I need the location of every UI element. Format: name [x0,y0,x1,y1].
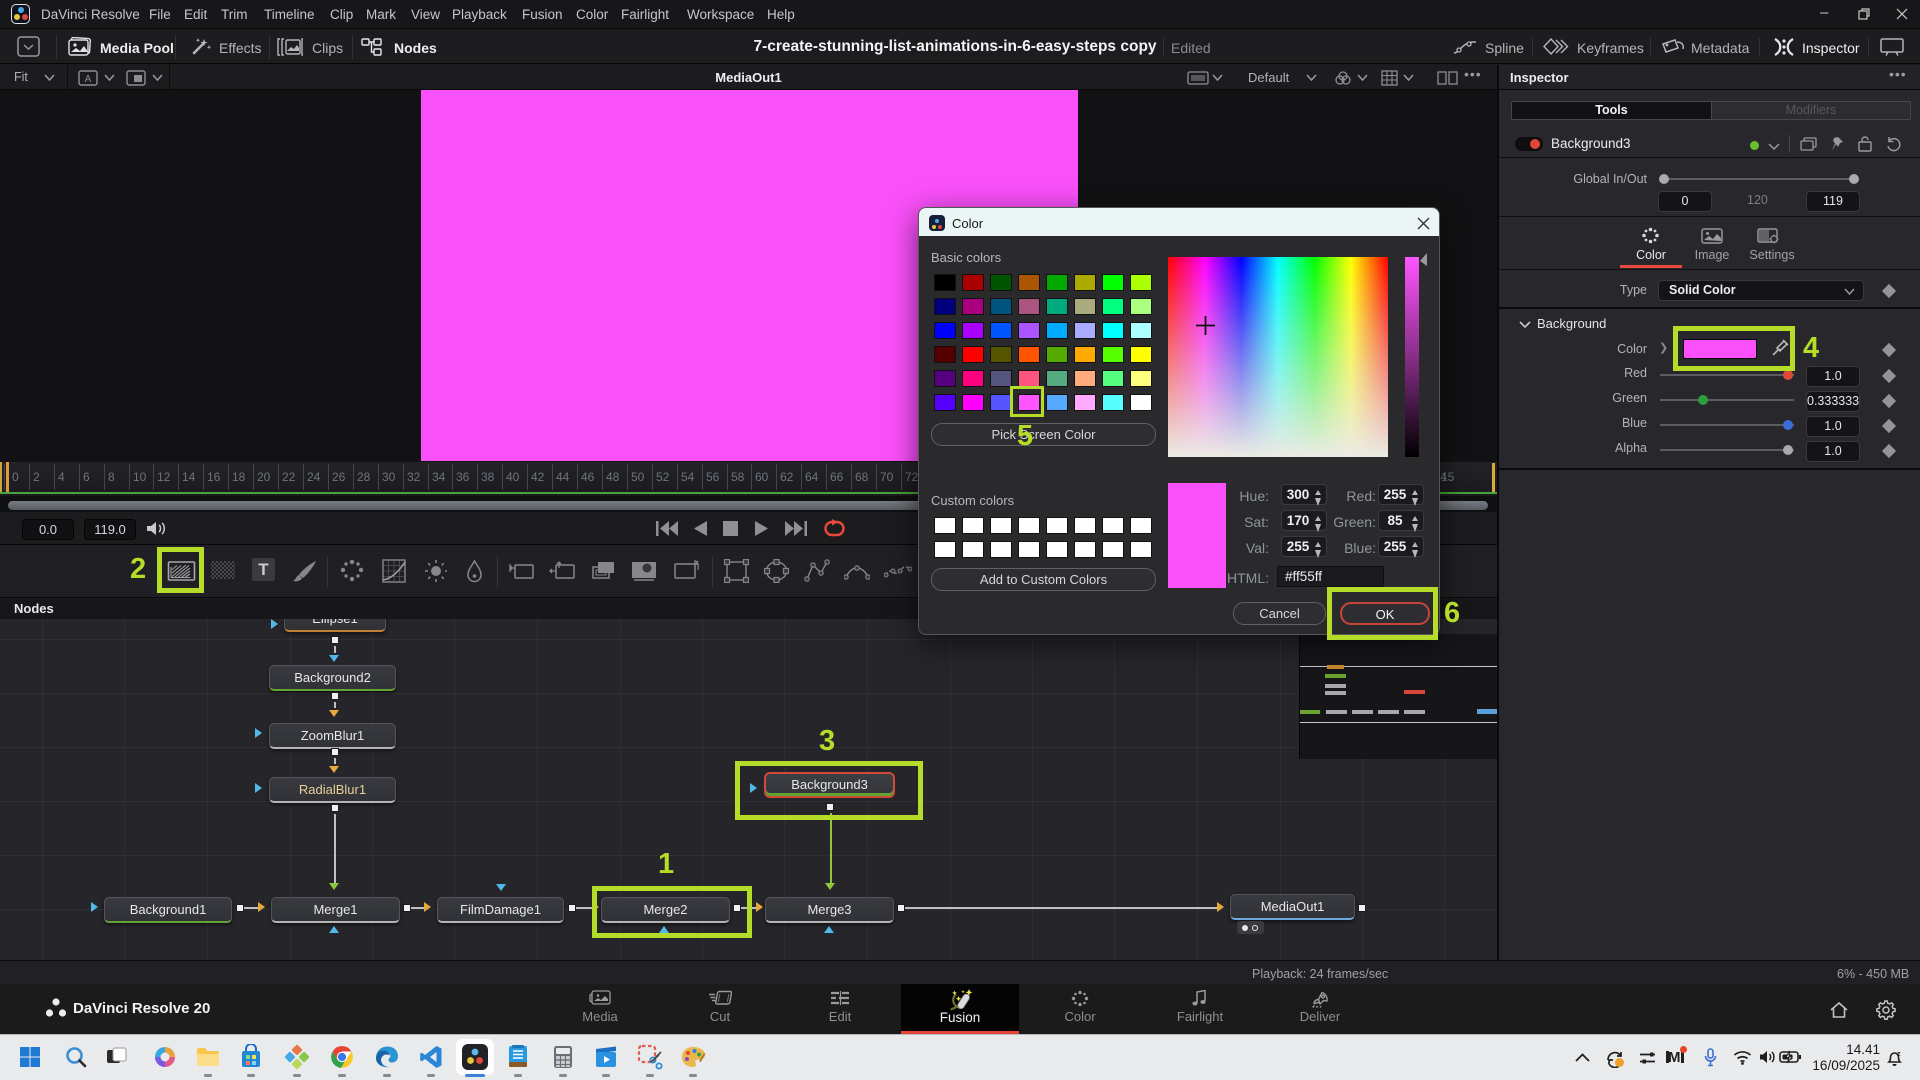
svg-text:A: A [85,74,92,85]
svg-text:z: z [1897,1051,1901,1058]
